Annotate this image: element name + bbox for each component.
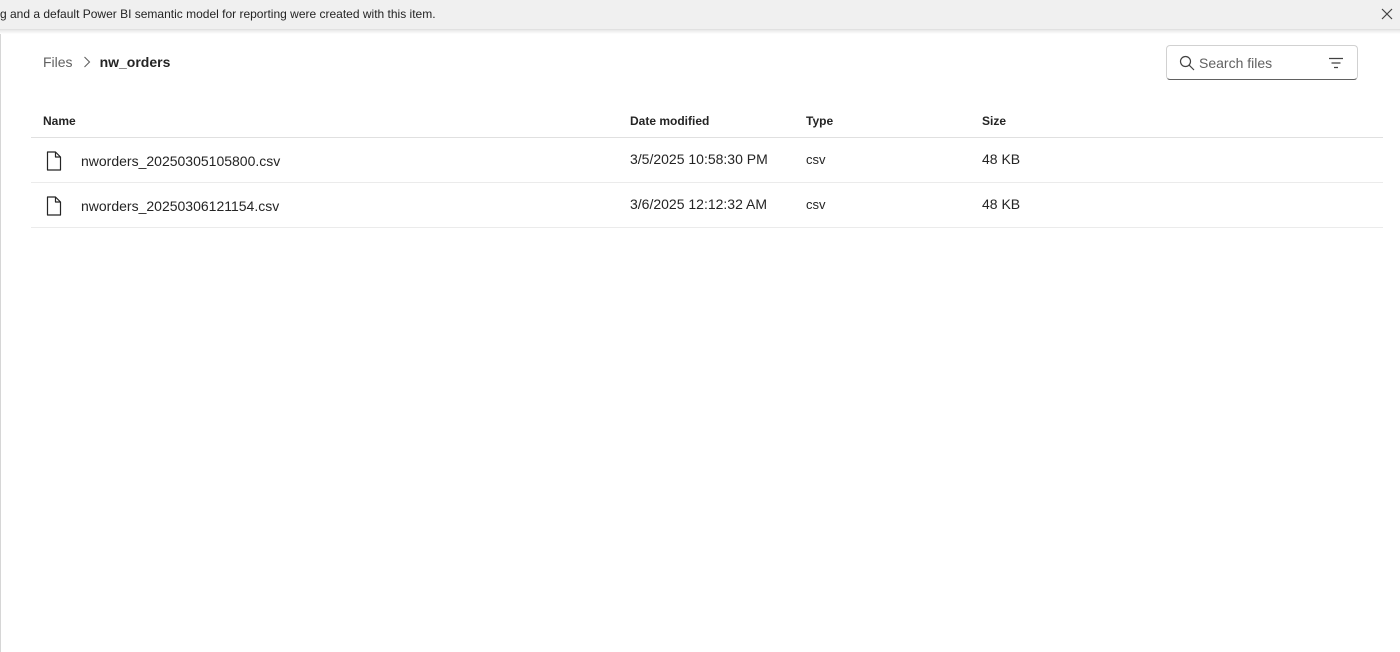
column-header-name[interactable]: Name: [43, 114, 76, 128]
chevron-right-icon: [83, 56, 91, 68]
close-icon[interactable]: [1378, 5, 1396, 23]
file-icon: [45, 151, 63, 171]
table-header: Name Date modified Type Size: [31, 104, 1383, 138]
column-header-date-modified[interactable]: Date modified: [630, 114, 709, 128]
breadcrumb-current-folder: nw_orders: [99, 54, 171, 70]
breadcrumb: Files nw_orders: [43, 54, 170, 70]
breadcrumb-files-link[interactable]: Files: [43, 54, 73, 70]
banner-message: g and a default Power BI semantic model …: [0, 7, 436, 21]
banner-shadow: [0, 30, 1400, 34]
column-header-type[interactable]: Type: [806, 114, 833, 128]
pane-border: [0, 34, 1, 652]
table-row[interactable]: nworders_20250305105800.csv 3/5/2025 10:…: [31, 138, 1383, 183]
search-input[interactable]: [1199, 52, 1319, 74]
file-date-modified: 3/6/2025 12:12:32 AM: [630, 196, 767, 212]
file-type: csv: [806, 152, 826, 167]
table-row[interactable]: nworders_20250306121154.csv 3/6/2025 12:…: [31, 183, 1383, 228]
column-header-size[interactable]: Size: [982, 114, 1006, 128]
search-icon: [1179, 55, 1195, 71]
file-name[interactable]: nworders_20250305105800.csv: [81, 153, 280, 169]
file-icon: [45, 196, 63, 216]
file-size: 48 KB: [982, 151, 1021, 167]
files-table: Name Date modified Type Size nworders_20…: [31, 104, 1383, 228]
file-name[interactable]: nworders_20250306121154.csv: [81, 198, 279, 214]
notification-banner: g and a default Power BI semantic model …: [0, 0, 1400, 30]
file-type: csv: [806, 197, 826, 212]
file-date-modified: 3/5/2025 10:58:30 PM: [630, 151, 768, 167]
file-size: 48 KB: [982, 196, 1021, 212]
filter-icon[interactable]: [1328, 55, 1344, 71]
search-box[interactable]: [1166, 45, 1358, 80]
